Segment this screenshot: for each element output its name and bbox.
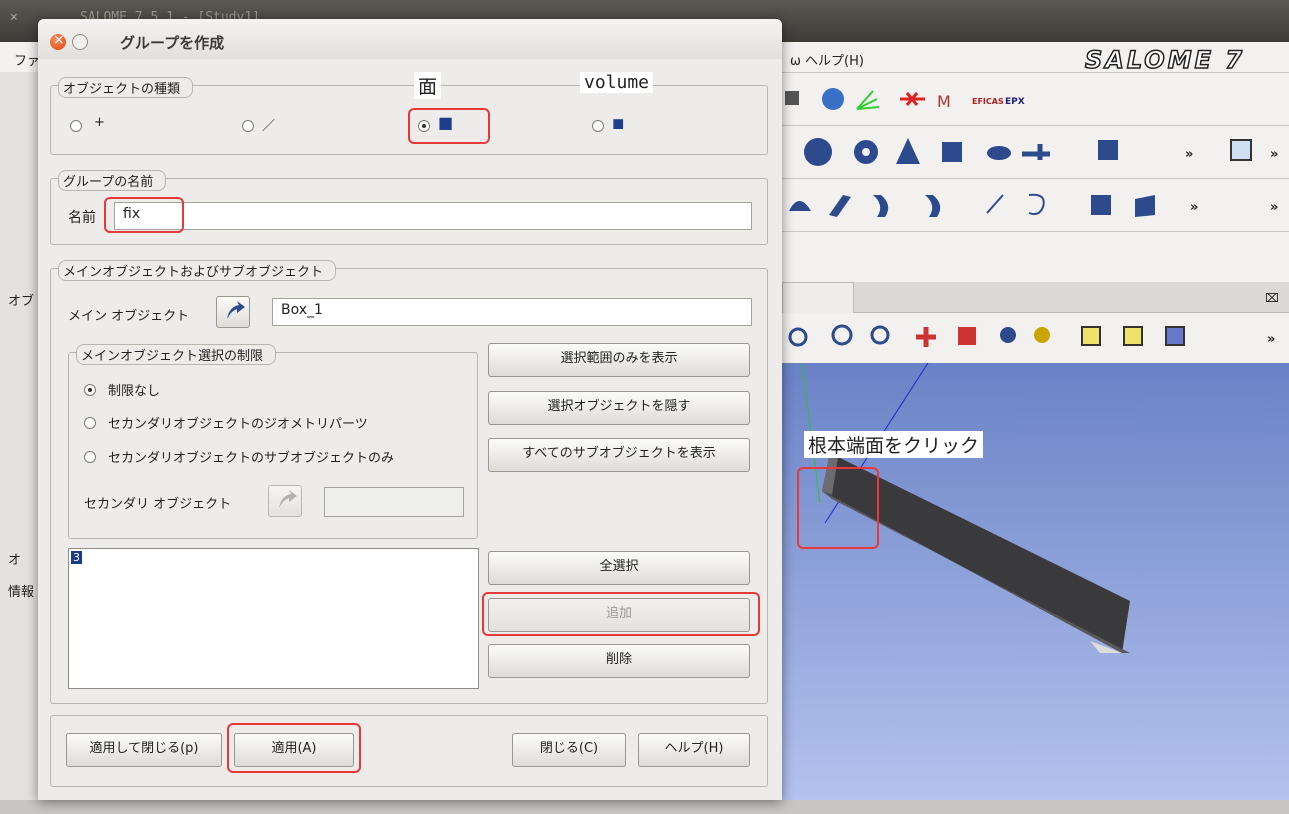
status-strip bbox=[0, 800, 1289, 814]
show-selected-only-button[interactable]: 選択範囲のみを表示 bbox=[488, 343, 750, 377]
shape-solid-icon: ◼ bbox=[612, 114, 625, 132]
3d-viewport[interactable] bbox=[780, 362, 1289, 800]
group-name-input[interactable]: fix bbox=[114, 202, 752, 230]
restrict-label: メインオブジェクト選択の制限 bbox=[76, 344, 277, 365]
viewer-toolbar bbox=[780, 313, 1289, 363]
paravis-icon: M bbox=[937, 92, 951, 111]
secondary-object-label: セカンダリ オブジェクト bbox=[84, 497, 232, 512]
highlight-name-field bbox=[104, 197, 184, 233]
object-browser-panel bbox=[0, 72, 40, 814]
viewer-tab[interactable] bbox=[782, 282, 854, 313]
annotation-face: 面 bbox=[414, 72, 442, 99]
select-all-button[interactable]: 全選択 bbox=[488, 551, 750, 585]
eficas-icon: EFICAS bbox=[972, 97, 1004, 106]
apply-and-close-button[interactable]: 適用して閉じる(p) bbox=[66, 733, 222, 767]
help-button[interactable]: ヘルプ(H) bbox=[638, 733, 750, 767]
shape-edge-icon: ／ bbox=[262, 119, 276, 134]
annotation-volume: volume bbox=[580, 72, 654, 93]
select-arrow-icon bbox=[279, 490, 297, 508]
panel-tab-o[interactable]: オ bbox=[8, 549, 21, 568]
highlight-add-button bbox=[482, 592, 760, 636]
secondary-object-input[interactable] bbox=[324, 487, 464, 517]
remove-button[interactable]: 削除 bbox=[488, 644, 750, 678]
dialog-title: グループを作成 bbox=[120, 34, 225, 52]
yacs-icon bbox=[900, 92, 925, 106]
toolbar-overflow-3[interactable]: » bbox=[1190, 200, 1198, 215]
info-panel-tab[interactable]: 情報 bbox=[8, 581, 34, 600]
restrict-none-radio[interactable] bbox=[84, 384, 96, 396]
image-icon[interactable] bbox=[1230, 139, 1252, 161]
close-button[interactable]: 閉じる(C) bbox=[512, 733, 626, 767]
secondary-object-select-button[interactable] bbox=[268, 485, 302, 517]
shape-solid-radio[interactable] bbox=[592, 120, 604, 132]
geometry-sphere-icon bbox=[822, 88, 844, 110]
main-object-select-button[interactable] bbox=[216, 296, 250, 328]
menu-file[interactable]: ファ bbox=[14, 50, 40, 69]
dialog-close-icon[interactable] bbox=[50, 32, 66, 50]
menu-help[interactable]: ω ヘルプ(H) bbox=[790, 50, 864, 69]
toolbar-overflow-2[interactable]: » bbox=[1270, 147, 1278, 162]
main-object-label: メイン オブジェクト bbox=[68, 309, 190, 324]
highlight-face-radio bbox=[408, 108, 490, 144]
epx-icon: EPX bbox=[1005, 97, 1025, 107]
highlight-face-in-viewer bbox=[797, 467, 879, 549]
select-arrow-icon bbox=[227, 301, 245, 319]
restrict-none-label: 制限なし bbox=[108, 384, 161, 399]
toolbar-row-3-icons bbox=[789, 193, 1155, 217]
shape-type-label: オブジェクトの種類 bbox=[58, 77, 194, 98]
toolbar-overflow-1[interactable]: » bbox=[1185, 147, 1193, 162]
plot-icon bbox=[856, 90, 880, 110]
main-sub-object-label: メインオブジェクトおよびサブオブジェクト bbox=[58, 260, 337, 281]
group-name-label: グループの名前 bbox=[58, 170, 167, 191]
restrict-geom-label: セカンダリオブジェクトのジオメトリパーツ bbox=[108, 417, 368, 432]
toolbar-row-1-icons: M EFICAS EPX bbox=[785, 88, 1025, 111]
restrict-sub-radio[interactable] bbox=[84, 451, 96, 463]
restrict-geom-radio[interactable] bbox=[84, 417, 96, 429]
toolbar-overflow-4[interactable]: » bbox=[1270, 200, 1278, 215]
background-close-icon[interactable]: × bbox=[10, 10, 18, 25]
name-label: 名前 bbox=[68, 210, 96, 226]
viewer-close-icon[interactable]: ⌧ bbox=[1265, 291, 1279, 305]
salome-logo: SALOME 7 bbox=[1084, 45, 1246, 75]
list-item[interactable]: 3 bbox=[71, 551, 82, 564]
annotation-click-face: 根本端面をクリック bbox=[804, 431, 984, 458]
dialog-maximize-icon[interactable] bbox=[72, 34, 88, 50]
restrict-sub-label: セカンダリオブジェクトのサブオブジェクトのみ bbox=[108, 451, 395, 466]
show-all-subobjects-button[interactable]: すべてのサブオブジェクトを表示 bbox=[488, 438, 750, 472]
sub-object-list[interactable]: 3 bbox=[68, 548, 479, 689]
highlight-apply-button bbox=[227, 723, 361, 773]
viewer-toolbar-icons bbox=[788, 324, 1185, 347]
object-browser-tab[interactable]: オブ bbox=[8, 290, 34, 309]
hide-selected-button[interactable]: 選択オブジェクトを隠す bbox=[488, 391, 750, 425]
box-model bbox=[801, 362, 1130, 653]
shape-point-radio[interactable] bbox=[70, 120, 82, 132]
shape-edge-radio[interactable] bbox=[242, 120, 254, 132]
main-object-input[interactable]: Box_1 bbox=[272, 298, 752, 326]
viewer-tabbar bbox=[780, 282, 1289, 313]
mesh-icon bbox=[785, 91, 799, 105]
toolbar-row-2-icons bbox=[804, 138, 1118, 166]
viewer-toolbar-overflow[interactable]: » bbox=[1267, 332, 1275, 347]
shape-point-icon: + bbox=[94, 115, 105, 130]
